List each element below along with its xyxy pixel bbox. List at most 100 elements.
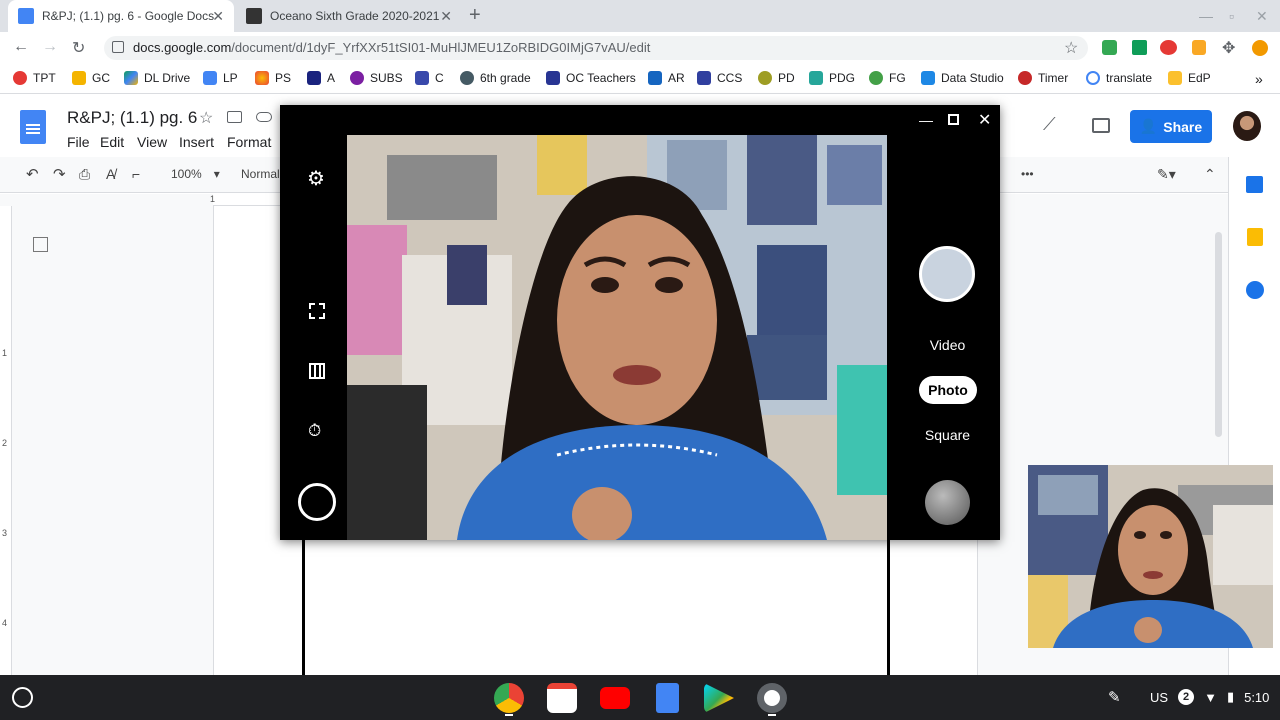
update-alert-icon[interactable] xyxy=(1252,40,1268,56)
docs-logo-icon[interactable] xyxy=(20,110,46,144)
keep-icon[interactable] xyxy=(1247,228,1263,246)
close-icon[interactable]: ✕ xyxy=(212,8,224,25)
star-icon[interactable]: ☆ xyxy=(199,108,213,128)
switch-camera-icon[interactable] xyxy=(298,483,336,521)
bookmark-item[interactable]: GC xyxy=(72,71,110,85)
mirror-icon[interactable] xyxy=(309,303,325,319)
mode-photo[interactable]: Photo xyxy=(919,376,977,404)
bookmark-item[interactable]: SUBS xyxy=(350,71,403,85)
bookmark-item[interactable]: PDG xyxy=(809,71,855,85)
bookmark-item[interactable]: Data Studio xyxy=(921,71,1004,85)
sheets-extension-icon[interactable] xyxy=(1132,40,1147,55)
bookmark-item[interactable]: DL Drive xyxy=(124,71,190,85)
close-icon[interactable]: ✕ xyxy=(978,110,991,130)
avatar[interactable] xyxy=(1233,111,1261,141)
menu-view[interactable]: View xyxy=(137,134,167,150)
new-tab-button[interactable]: + xyxy=(469,4,481,27)
back-icon[interactable]: ← xyxy=(13,38,29,56)
status-tray[interactable]: US 2 ▼ ▮ 5:10 xyxy=(1150,689,1269,705)
url-text: docs.google.com/document/d/1dyF_YrfXXr51… xyxy=(133,40,651,55)
maximize-icon[interactable]: ▫ xyxy=(1229,8,1234,24)
cloud-status-icon[interactable] xyxy=(256,112,272,122)
bookmark-item[interactable]: C xyxy=(415,71,444,85)
chrome-app-icon[interactable] xyxy=(494,683,524,713)
reload-icon[interactable]: ↻ xyxy=(72,38,85,58)
menu-file[interactable]: File xyxy=(67,134,90,150)
tab-title: Oceano Sixth Grade 2020-2021 xyxy=(270,9,440,23)
activity-trend-icon[interactable]: ⟋ xyxy=(1043,114,1056,135)
bookmark-item[interactable]: A xyxy=(307,71,335,85)
chevron-up-icon[interactable]: ⌃ xyxy=(1204,166,1216,183)
settings-gear-icon[interactable]: ⚙ xyxy=(307,166,325,191)
bookmark-icon xyxy=(1018,71,1032,85)
bookmark-item[interactable]: CCS xyxy=(697,71,742,85)
maximize-icon[interactable] xyxy=(948,114,959,125)
bookmark-item[interactable]: OC Teachers xyxy=(546,71,636,85)
shutter-button[interactable] xyxy=(919,246,975,302)
site-info-icon[interactable] xyxy=(112,41,124,53)
bookmark-item[interactable]: translate xyxy=(1086,71,1152,85)
close-window-icon[interactable]: ✕ xyxy=(1256,8,1268,25)
undo-icon[interactable]: ↶ xyxy=(26,165,39,183)
style-select[interactable]: Normal xyxy=(241,167,280,181)
print-icon[interactable]: ⎙ xyxy=(79,166,90,183)
youtube-app-icon[interactable] xyxy=(600,687,630,709)
pip-video-frame xyxy=(1028,465,1273,648)
bookmark-item[interactable]: 6th grade xyxy=(460,71,531,85)
camera-preview xyxy=(347,135,887,540)
menu-format[interactable]: Format xyxy=(227,134,271,150)
stylus-pen-icon[interactable]: ✎ xyxy=(1108,688,1121,706)
spellcheck-icon[interactable]: A̸ xyxy=(106,166,115,182)
launcher-icon[interactable] xyxy=(12,687,33,708)
tab-google-docs[interactable]: R&PJ; (1.1) pg. 6 - Google Docs ✕ xyxy=(8,0,234,32)
bookmark-icon xyxy=(546,71,560,85)
extensions-puzzle-icon[interactable]: ✥ xyxy=(1222,38,1235,58)
chevron-down-icon: ▾ xyxy=(213,167,220,181)
tab-oceano[interactable]: Oceano Sixth Grade 2020-2021 ✕ xyxy=(236,0,462,32)
bookmark-item[interactable]: PD xyxy=(758,71,795,85)
comments-icon[interactable] xyxy=(1092,118,1110,133)
picture-in-picture-video[interactable] xyxy=(1028,465,1273,648)
menu-edit[interactable]: Edit xyxy=(100,134,124,150)
zoom-select[interactable]: 100% ▾ xyxy=(171,167,220,181)
mode-video[interactable]: Video xyxy=(915,337,980,353)
more-options-button[interactable]: ••• xyxy=(1021,167,1034,181)
calendar-icon[interactable] xyxy=(1246,176,1263,193)
scrollbar[interactable] xyxy=(1215,232,1222,437)
extension-3-icon[interactable] xyxy=(1160,40,1177,55)
grid-icon[interactable] xyxy=(309,363,325,379)
move-folder-icon[interactable] xyxy=(227,111,242,123)
mode-square[interactable]: Square xyxy=(915,427,980,443)
editing-mode-icon[interactable]: ✎▾ xyxy=(1157,166,1176,183)
bookmarks-overflow-button[interactable]: » xyxy=(1255,71,1263,87)
paint-format-icon[interactable]: ⌐ xyxy=(132,166,140,182)
camera-preview-image xyxy=(347,135,887,540)
bookmark-item[interactable]: EdP xyxy=(1168,71,1211,85)
gmail-app-icon[interactable] xyxy=(547,683,577,713)
bookmark-icon xyxy=(921,71,935,85)
redo-icon[interactable]: ↷ xyxy=(53,165,66,183)
document-table[interactable] xyxy=(302,540,890,675)
gallery-thumbnail[interactable] xyxy=(925,480,970,525)
camera-app-icon[interactable] xyxy=(757,683,787,713)
bookmark-item[interactable]: PS xyxy=(255,71,291,85)
forward-icon[interactable]: → xyxy=(42,38,58,56)
bookmark-item[interactable]: Timer xyxy=(1018,71,1068,85)
document-outline-icon[interactable] xyxy=(33,237,48,252)
close-icon[interactable]: ✕ xyxy=(440,8,452,25)
extension-4-icon[interactable] xyxy=(1192,40,1206,55)
document-title[interactable]: R&PJ; (1.1) pg. 6 xyxy=(67,108,197,128)
extension-1-icon[interactable] xyxy=(1102,40,1117,55)
bookmark-item[interactable]: LP xyxy=(203,71,238,85)
bookmark-item[interactable]: AR xyxy=(648,71,685,85)
timer-icon[interactable]: ⏱ xyxy=(308,421,321,441)
minimize-icon[interactable]: — xyxy=(919,112,933,128)
tasks-icon[interactable] xyxy=(1246,281,1264,299)
minimize-icon[interactable]: — xyxy=(1199,8,1213,24)
bookmark-item[interactable]: FG xyxy=(869,71,906,85)
bookmark-star-icon[interactable]: ☆ xyxy=(1064,38,1078,58)
menu-insert[interactable]: Insert xyxy=(179,134,214,150)
docs-app-icon[interactable] xyxy=(656,683,679,713)
bookmark-item[interactable]: TPT xyxy=(13,71,56,85)
share-button[interactable]: 👤 Share xyxy=(1130,110,1212,143)
